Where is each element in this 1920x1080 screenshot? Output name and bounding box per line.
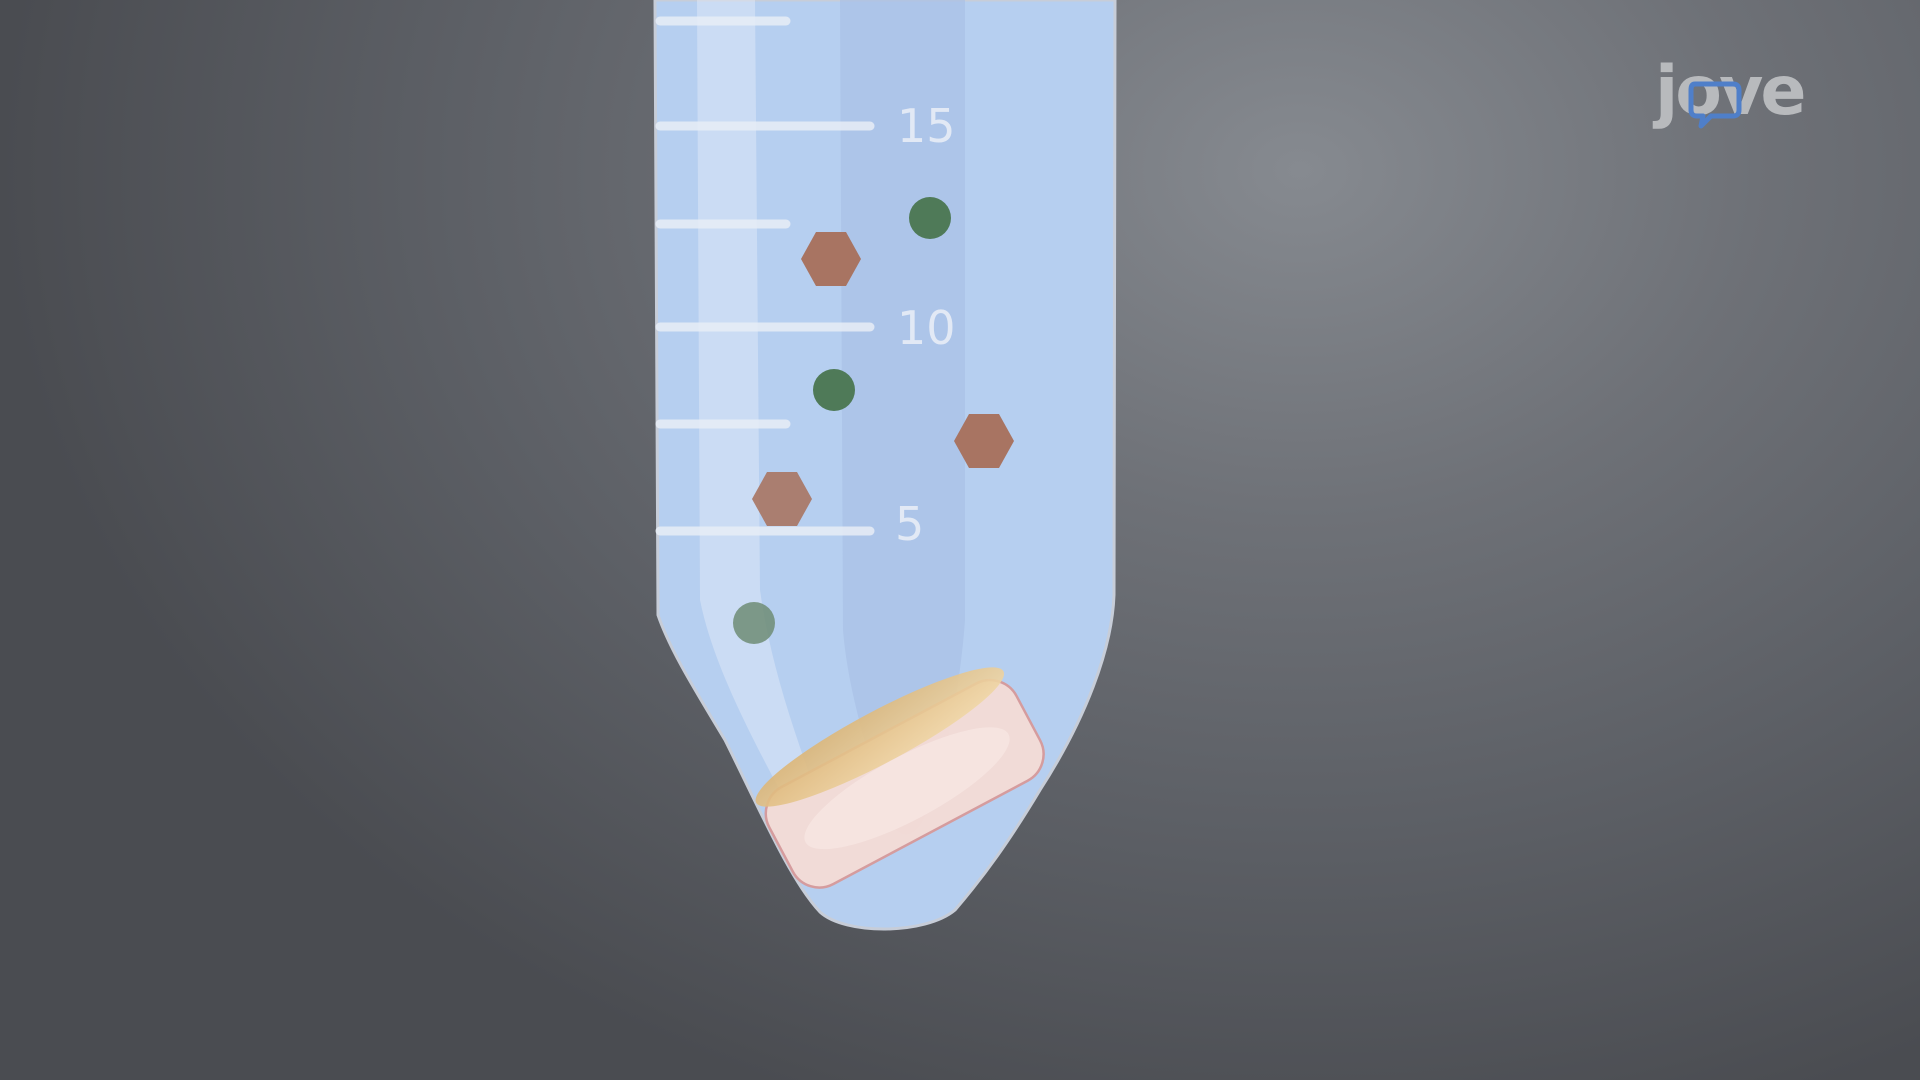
speech-bubble-icon [1688, 81, 1742, 129]
graduation-label-10: 10 [897, 301, 956, 355]
graduation-label-5: 5 [895, 497, 924, 551]
centrifuge-tube: 15 10 5 [653, 0, 1117, 931]
illustration-scene: 15 10 5 [653, 0, 1117, 931]
jove-logo: jove [1655, 58, 1830, 148]
green-sphere [909, 197, 951, 239]
green-sphere [733, 602, 775, 644]
graduation-label-15: 15 [897, 99, 956, 153]
green-sphere [813, 369, 855, 411]
